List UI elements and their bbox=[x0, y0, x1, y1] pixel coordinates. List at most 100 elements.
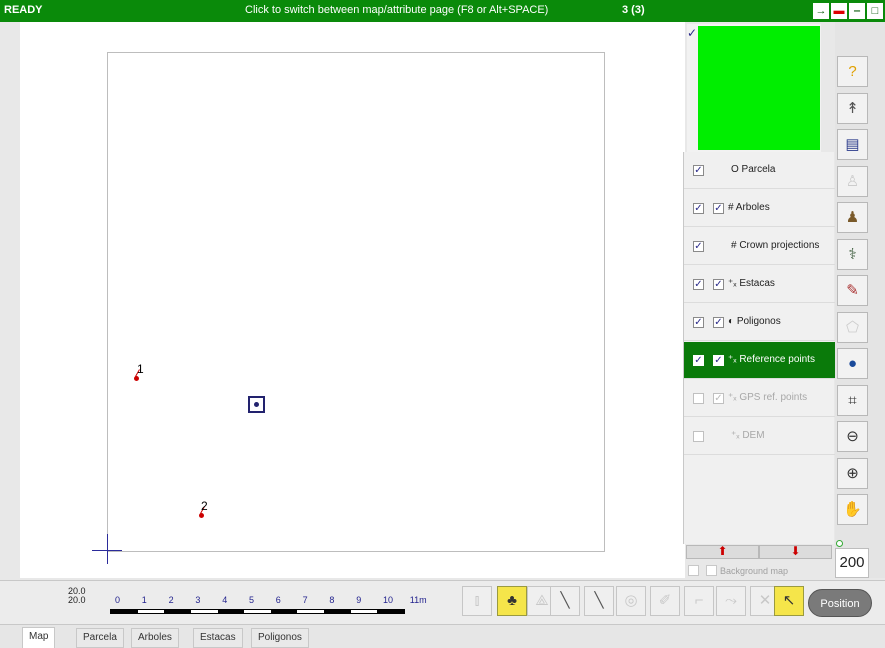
globe-icon[interactable]: ● bbox=[837, 348, 868, 379]
minimize-button[interactable]: ‒ bbox=[849, 3, 865, 19]
layer-visible-checkbox[interactable]: ✓ bbox=[693, 279, 704, 290]
layer-selectable-checkbox[interactable]: ✓ bbox=[713, 279, 724, 290]
layer-visible-checkbox[interactable]: ✓ bbox=[693, 203, 704, 214]
background-map-sub-checkbox[interactable] bbox=[706, 565, 717, 576]
split-icon[interactable]: ⤳ bbox=[716, 586, 746, 616]
layer-row[interactable]: ✓ ⁺ₓ GPS ref. points bbox=[684, 380, 835, 417]
tab-poligonos[interactable]: Poligonos bbox=[251, 628, 309, 648]
thermometer-icon[interactable]: ⫾ bbox=[462, 586, 492, 616]
switch-page-hint[interactable]: Click to switch between map/attribute pa… bbox=[245, 4, 548, 16]
circle-tool-icon[interactable]: ◎ bbox=[616, 586, 646, 616]
layer-row[interactable]: ✓ ✓ ⁺ₓ Reference points bbox=[684, 342, 835, 379]
arrow-icon[interactable]: → bbox=[813, 3, 829, 19]
hook-icon[interactable]: ⚕ bbox=[837, 238, 868, 270]
north-arrow-icon[interactable]: ↟ bbox=[837, 92, 868, 124]
walk-icon[interactable]: ♙ bbox=[837, 165, 868, 197]
scale-tick-label: 9 bbox=[356, 595, 362, 605]
layer-row[interactable]: ⁺ₓ DEM bbox=[684, 418, 835, 455]
scale-tick-label: 2 bbox=[168, 595, 174, 605]
layer-visible-checkbox[interactable]: ✓ bbox=[693, 241, 704, 252]
layer-visible-checkbox[interactable]: ✓ bbox=[693, 165, 704, 176]
scale-tick-label: 4 bbox=[222, 595, 228, 605]
layer-visible-checkbox[interactable]: ✓ bbox=[693, 317, 704, 328]
line-tool-icon[interactable]: ╲ bbox=[584, 586, 614, 616]
plot-boundary bbox=[107, 52, 605, 552]
scale-tick-label: 1 bbox=[141, 595, 147, 605]
overview-extent[interactable] bbox=[698, 26, 820, 150]
scale-tick-label: 0 bbox=[115, 595, 121, 605]
layer-selectable-checkbox[interactable]: ✓ bbox=[713, 355, 724, 366]
layer-name: O Parcela bbox=[731, 164, 776, 175]
right-toolbar: ? ↟ ▤ ♙ ♟ ⚕ ✎ ⬠ ● ⌗ ⊖ ⊕ ✋ bbox=[835, 22, 885, 578]
zoom-level[interactable]: 200 bbox=[835, 548, 869, 578]
layer-name: # Crown projections bbox=[731, 240, 820, 251]
layer-selectable-checkbox[interactable]: ✓ bbox=[713, 203, 724, 214]
polygon-icon[interactable]: ⬠ bbox=[837, 311, 868, 343]
layer-selectable-checkbox[interactable]: ✓ bbox=[713, 393, 724, 404]
layer-visible-checkbox[interactable] bbox=[693, 393, 704, 404]
tree-add-icon[interactable]: ♟ bbox=[837, 202, 868, 233]
tree-select-icon[interactable]: ♣ bbox=[497, 586, 527, 616]
layer-visible-checkbox[interactable] bbox=[693, 431, 704, 442]
flag-icon[interactable]: ▬ bbox=[831, 3, 847, 19]
tab-parcela[interactable]: Parcela bbox=[76, 628, 124, 648]
pan-hand-icon[interactable]: ✋ bbox=[837, 494, 868, 525]
background-map-toggle[interactable]: Background map bbox=[686, 563, 832, 579]
edit-icon[interactable]: ✐ bbox=[650, 586, 680, 616]
tab-estacas[interactable]: Estacas bbox=[193, 628, 243, 648]
measure-icon[interactable]: ✎ bbox=[837, 275, 868, 306]
app-window: READY Click to switch between map/attrib… bbox=[0, 0, 885, 648]
scale-tick-label: 8 bbox=[329, 595, 335, 605]
tree-label: 1 bbox=[137, 362, 144, 376]
map-canvas[interactable]: 1 2 bbox=[20, 22, 685, 578]
maximize-button[interactable]: □ bbox=[867, 3, 883, 19]
position-button[interactable]: Position bbox=[808, 589, 872, 617]
background-map-checkbox[interactable] bbox=[688, 565, 699, 576]
layer-name: ◐ Poligonos bbox=[728, 316, 781, 327]
layer-name: ⁺ₓ DEM bbox=[731, 430, 765, 441]
tab-arboles[interactable]: Arboles bbox=[131, 628, 179, 648]
table-icon[interactable]: ▤ bbox=[837, 129, 868, 160]
scale-readout: 20.0 20.0 bbox=[68, 587, 86, 605]
tree-point[interactable] bbox=[199, 513, 204, 518]
extent-icon[interactable]: ⌗ bbox=[837, 384, 868, 416]
tree-point[interactable] bbox=[134, 376, 139, 381]
move-layer-up-button[interactable]: ⬆ bbox=[686, 545, 759, 559]
layer-row[interactable]: ✓ ✓ ◐ Poligonos bbox=[684, 304, 835, 341]
layer-row[interactable]: ✓ ✓ ⁺ₓ Estacas bbox=[684, 266, 835, 303]
window-controls: → ▬ ‒ □ bbox=[813, 3, 883, 19]
title-bar[interactable]: READY Click to switch between map/attrib… bbox=[0, 0, 885, 22]
overview-check-icon[interactable]: ✓ bbox=[687, 26, 698, 40]
layer-row[interactable]: ✓ # Crown projections bbox=[684, 228, 835, 265]
bottom-toolbar: 20.0 20.0 0 1 2 3 4 5 6 7 8 9 10 11m ⫾ ♣ ⟁ ╲ ╲ ◎ ✐ ⌐ ⤳ ✕ ↖ Po… bbox=[0, 580, 885, 624]
layer-selectable-checkbox[interactable]: ✓ bbox=[713, 317, 724, 328]
tape-icon[interactable]: ╲ bbox=[550, 586, 580, 616]
tree-label: 2 bbox=[201, 499, 208, 513]
status-text: READY bbox=[4, 4, 43, 16]
layer-row[interactable]: ✓ ✓ # Arboles bbox=[684, 190, 835, 227]
layer-name: # Arboles bbox=[728, 202, 770, 213]
origin-crosshair-v bbox=[107, 534, 108, 564]
overview-map[interactable]: ✓ bbox=[687, 24, 821, 152]
background-map-label: Background map bbox=[720, 566, 789, 576]
tab-map[interactable]: Map bbox=[22, 627, 56, 648]
scale-tick-label: 10 bbox=[383, 595, 394, 605]
move-layer-down-button[interactable]: ⬇ bbox=[759, 545, 832, 559]
scale-tick-label: 11m bbox=[409, 595, 427, 605]
branch-icon[interactable]: ⌐ bbox=[684, 586, 714, 616]
help-icon[interactable]: ? bbox=[837, 56, 868, 87]
reference-point-marker[interactable] bbox=[248, 396, 265, 413]
scale-tick-label: 5 bbox=[249, 595, 255, 605]
scale-tick-label: 7 bbox=[302, 595, 308, 605]
layer-name: ⁺ₓ Estacas bbox=[728, 278, 775, 289]
zoom-indicator-icon bbox=[836, 540, 843, 547]
select-arrow-icon[interactable]: ↖ bbox=[774, 586, 804, 616]
zoom-in-icon[interactable]: ⊕ bbox=[837, 457, 868, 489]
zoom-out-icon[interactable]: ⊖ bbox=[837, 421, 868, 452]
layer-visible-checkbox[interactable]: ✓ bbox=[693, 355, 704, 366]
layer-name: ⁺ₓ GPS ref. points bbox=[728, 392, 808, 403]
scale-readout-bottom: 20.0 bbox=[68, 595, 86, 605]
layer-list: ✓ O Parcela ✓ ✓ # Arboles ✓ # Crown projection… bbox=[683, 152, 835, 544]
scale-tick-label: 6 bbox=[275, 595, 281, 605]
layer-row[interactable]: ✓ O Parcela bbox=[684, 152, 835, 189]
